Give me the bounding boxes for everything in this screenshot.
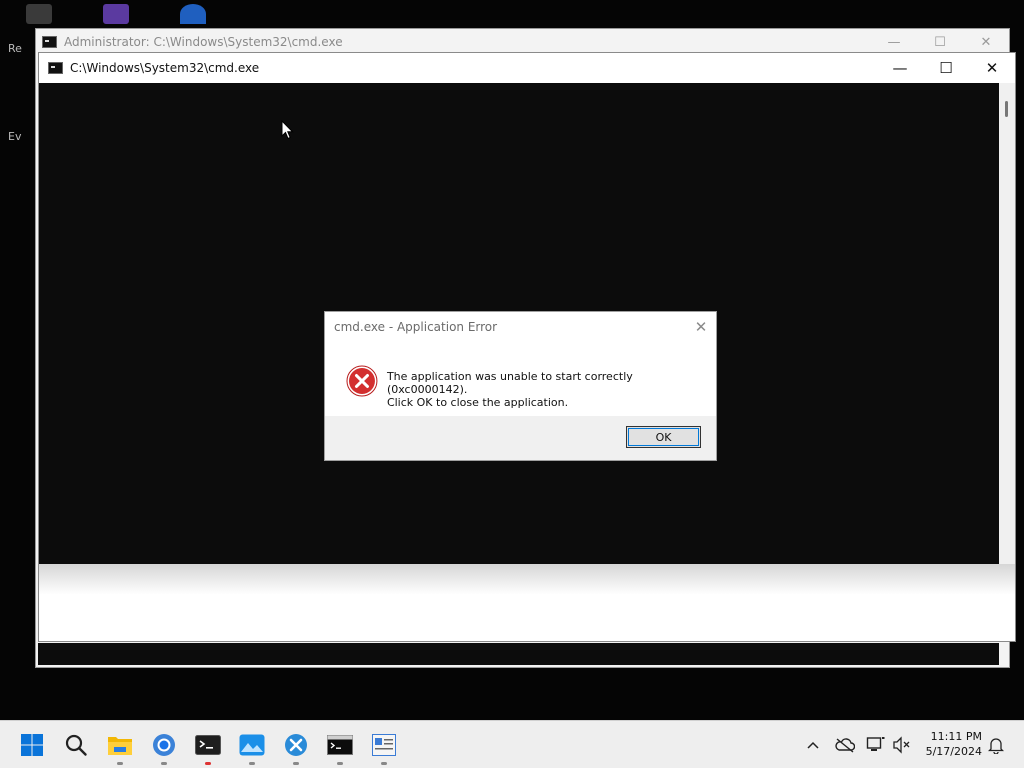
error-icon	[346, 365, 378, 397]
desktop-label-partial-1: Re	[8, 42, 22, 55]
cmd-taskbar-icon[interactable]	[324, 729, 356, 765]
chrome-icon[interactable]	[148, 729, 180, 765]
vscode-icon[interactable]	[280, 729, 312, 765]
ok-button[interactable]: OK	[626, 426, 701, 448]
taskbar: 11:11 PM 5/17/2024	[0, 720, 1024, 768]
clock-date: 5/17/2024	[925, 745, 982, 758]
dialog-close-button[interactable]: ✕	[686, 318, 716, 336]
windows-start-icon[interactable]	[16, 729, 48, 761]
dialog-message-line2: Click OK to close the application.	[386, 396, 569, 409]
desktop-icon-3[interactable]	[180, 4, 206, 24]
dialog-body: The application was unable to start corr…	[325, 342, 716, 416]
running-indicator	[337, 762, 343, 765]
front-minimize-button[interactable]: —	[877, 53, 923, 83]
terminal-icon[interactable]	[192, 729, 224, 765]
back-window-title: Administrator: C:\Windows\System32\cmd.e…	[64, 35, 343, 49]
dialog-message-line1: The application was unable to start corr…	[386, 370, 633, 396]
front-maximize-button[interactable]: ☐	[923, 53, 969, 83]
volume-muted-icon[interactable]	[892, 735, 912, 755]
clock-time: 11:11 PM	[930, 730, 982, 743]
taskbar-clock[interactable]: 11:11 PM 5/17/2024	[926, 729, 982, 759]
cmd-icon	[48, 62, 63, 74]
back-console-strip	[38, 643, 999, 665]
search-icon[interactable]	[60, 729, 92, 761]
dialog-titlebar[interactable]: cmd.exe - Application Error ✕	[325, 312, 716, 342]
tray-chevron-up-icon[interactable]	[803, 735, 823, 755]
network-icon[interactable]	[866, 735, 886, 755]
front-window-titlebar[interactable]: C:\Windows\System32\cmd.exe — ☐ ✕	[39, 53, 1015, 83]
running-indicator	[381, 762, 387, 765]
notification-bell-icon[interactable]	[986, 735, 1006, 755]
front-window-title: C:\Windows\System32\cmd.exe	[70, 61, 260, 75]
running-indicator	[249, 762, 255, 765]
cmd-icon	[42, 36, 57, 48]
notepad-icon[interactable]	[368, 729, 400, 765]
file-explorer-icon[interactable]	[104, 729, 136, 765]
dialog-title: cmd.exe - Application Error	[334, 320, 498, 334]
onedrive-offline-icon[interactable]	[835, 735, 855, 755]
dialog-message: The application was unable to start corr…	[387, 370, 716, 409]
mouse-cursor-icon	[281, 120, 294, 140]
dialog-footer: OK	[325, 416, 716, 460]
application-error-dialog[interactable]: cmd.exe - Application Error ✕ The applic…	[324, 311, 717, 461]
running-indicator	[161, 762, 167, 765]
desktop-icon-2[interactable]	[103, 4, 129, 24]
desktop-icon-1[interactable]	[26, 4, 52, 24]
vertical-scrollbar[interactable]	[999, 83, 1015, 564]
running-indicator	[205, 762, 211, 765]
running-indicator	[117, 762, 123, 765]
running-indicator	[293, 762, 299, 765]
photos-icon[interactable]	[236, 729, 268, 765]
scrollbar-thumb[interactable]	[1005, 101, 1008, 117]
front-close-button[interactable]: ✕	[969, 53, 1015, 83]
window-lower-area	[39, 564, 1015, 641]
desktop-label-partial-2: Ev	[8, 130, 22, 143]
